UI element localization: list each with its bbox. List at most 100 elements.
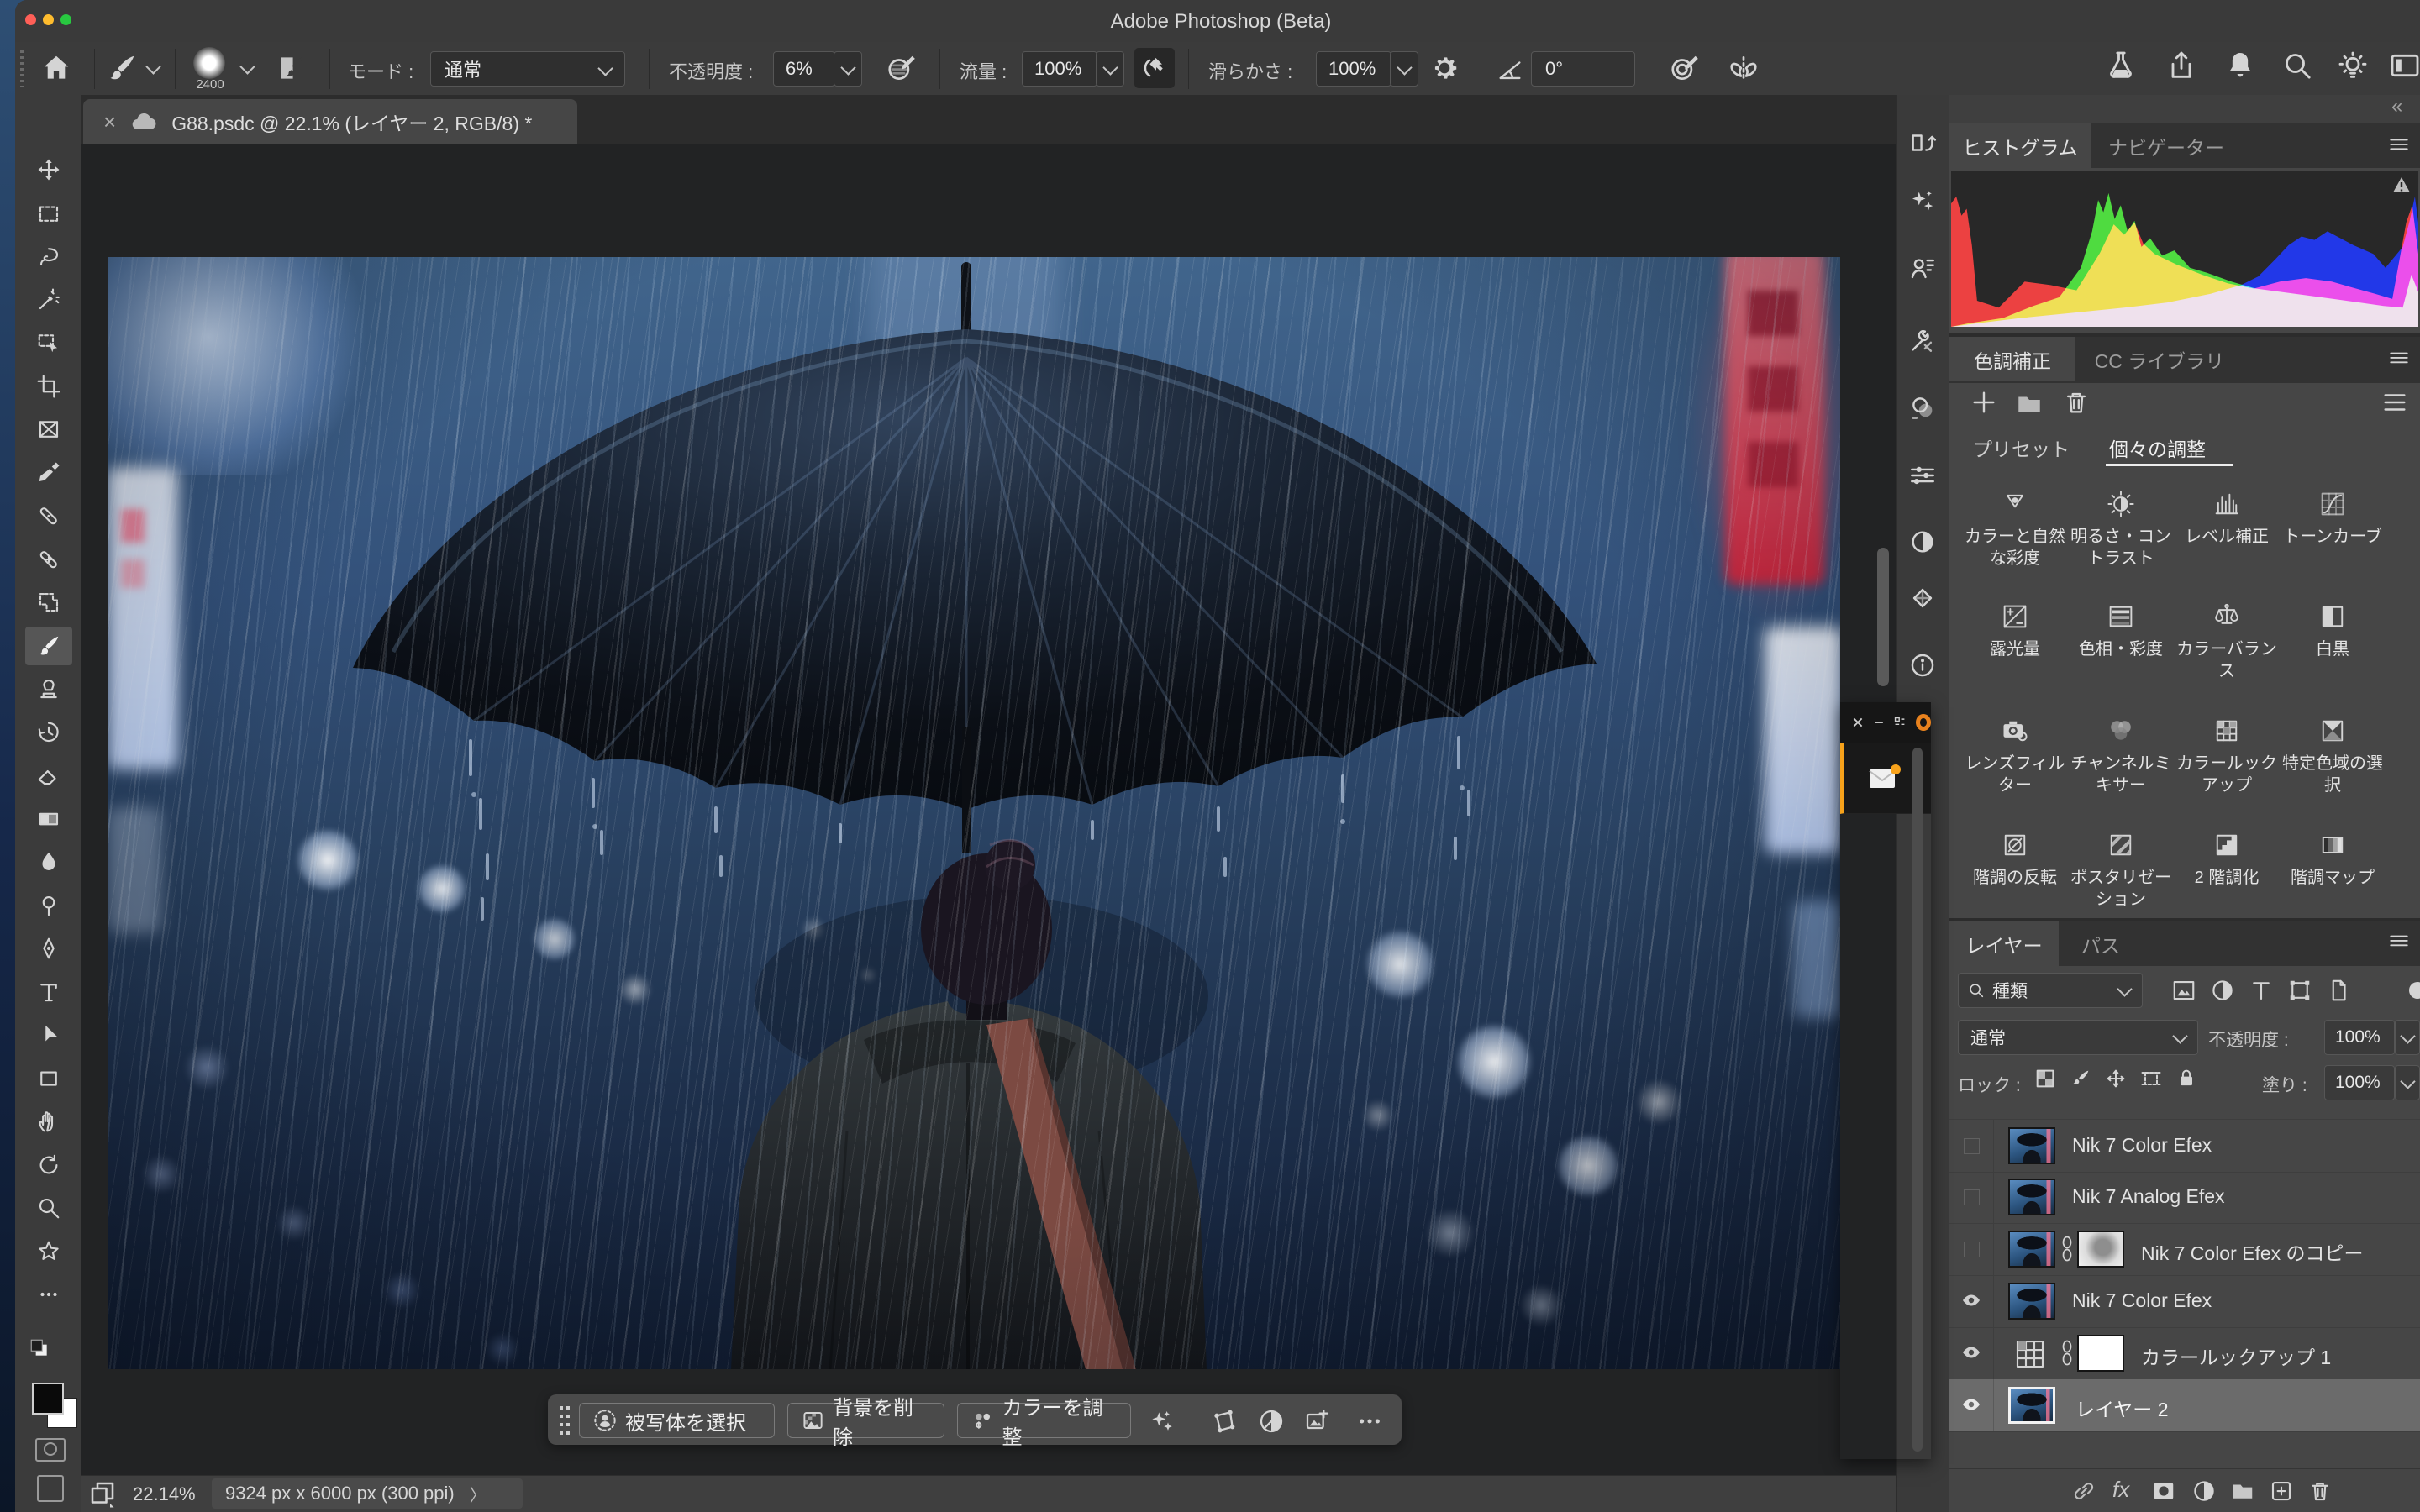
tool-object-selection[interactable] <box>25 323 72 362</box>
nik-panel-scrollbar[interactable] <box>1912 748 1923 1452</box>
tool-crop[interactable] <box>25 367 72 406</box>
new-group-icon[interactable] <box>2230 1478 2255 1504</box>
tool-marquee[interactable] <box>25 194 72 233</box>
tool-lasso[interactable] <box>25 237 72 276</box>
adjustment-threshold[interactable]: 2 階調化 <box>2174 827 2280 889</box>
dock-icon-comments[interactable] <box>1906 252 1939 286</box>
layer-row-selected[interactable]: レイヤー 2 <box>1949 1379 2420 1432</box>
tool-spot-healing[interactable] <box>25 496 72 535</box>
layer-name[interactable]: Nik 7 Color Efex のコピー <box>2141 1237 2364 1266</box>
brush-preview[interactable] <box>193 47 225 79</box>
layer-thumbnail[interactable] <box>2008 1179 2055 1215</box>
filter-adjustment-layers-icon[interactable] <box>2210 978 2235 1003</box>
adjustment-exposure[interactable]: 露光量 <box>1962 598 2068 660</box>
delete-layer-icon[interactable] <box>2307 1478 2333 1504</box>
fill-input[interactable]: 100% <box>2324 1065 2395 1100</box>
visibility-eye-icon[interactable] <box>1961 1396 1981 1413</box>
tool-dodge[interactable] <box>25 886 72 925</box>
angle-input[interactable]: 0° <box>1531 51 1635 87</box>
dock-icon-ai-sparkle[interactable] <box>1906 185 1939 218</box>
dock-icon-clone-source[interactable] <box>1906 126 1939 160</box>
visibility-eye-icon[interactable] <box>1961 1344 1981 1361</box>
tool-type[interactable] <box>25 973 72 1011</box>
notifications-bell-icon[interactable] <box>2223 49 2257 82</box>
dock-icon-gradients[interactable] <box>1906 525 1939 559</box>
default-colors-icon[interactable] <box>29 1337 50 1359</box>
home-button[interactable] <box>40 52 72 84</box>
layer-opacity-dropdown[interactable] <box>2395 1020 2420 1055</box>
delete-trash-icon[interactable] <box>2062 388 2091 417</box>
layer-thumbnail[interactable] <box>2008 1283 2055 1320</box>
search-icon[interactable] <box>2281 49 2314 82</box>
generative-sparkle-icon[interactable] <box>1148 1408 1175 1435</box>
layer-name[interactable]: Nik 7 Analog Efex <box>2072 1185 2225 1208</box>
adjustment-layer-icon[interactable] <box>2013 1337 2047 1371</box>
document-info-box[interactable]: 9324 px x 6000 px (300 ppi) 〉 <box>212 1478 523 1509</box>
adjustment-color-vibrance[interactable]: カラーと自然な彩度 <box>1962 486 2068 570</box>
zoom-window-button[interactable] <box>60 14 71 25</box>
tool-blur[interactable] <box>25 843 72 881</box>
tool-shape[interactable] <box>25 1059 72 1098</box>
smoothing-dropdown[interactable] <box>1390 51 1418 87</box>
layer-opacity-input[interactable]: 100% <box>2324 1020 2395 1055</box>
tab-layers[interactable]: レイヤー <box>1949 921 2059 966</box>
lock-transparency-icon[interactable] <box>2033 1067 2057 1090</box>
airbrush-toggle[interactable] <box>1134 48 1175 88</box>
share-icon[interactable] <box>2165 49 2198 82</box>
subtab-presets[interactable]: プリセット <box>1973 433 2070 462</box>
link-layers-icon[interactable] <box>2071 1478 2096 1504</box>
layer-mask-thumbnail[interactable] <box>2077 1231 2124 1268</box>
tool-clone-stamp[interactable] <box>25 669 72 708</box>
layer-styles-fx-icon[interactable]: fx <box>2112 1477 2129 1503</box>
panels-collapse-chevrons[interactable]: « <box>2391 95 2402 118</box>
foreground-color-swatch[interactable] <box>32 1383 64 1415</box>
layer-name[interactable]: レイヤー 2 <box>2075 1394 2169 1422</box>
pressure-opacity-icon[interactable] <box>886 52 918 84</box>
fill-dropdown[interactable] <box>2395 1065 2420 1100</box>
tool-zoom[interactable] <box>25 1189 72 1227</box>
pressure-size-icon[interactable] <box>1669 52 1701 84</box>
select-subject-button[interactable]: 被写体を選択 <box>579 1403 775 1438</box>
filter-type-layers-icon[interactable] <box>2249 978 2274 1003</box>
new-adjustment-layer-icon[interactable] <box>2191 1478 2217 1504</box>
panel-menu-icon[interactable] <box>2388 349 2410 368</box>
layer-row[interactable]: Nik 7 Color Efex <box>1949 1119 2420 1173</box>
adjustment-color-lookup[interactable]: カラールックアップ <box>2174 712 2280 796</box>
layer-row[interactable]: Nik 7 Color Efex のコピー <box>1949 1223 2420 1276</box>
adjustment-gradient-map[interactable]: 階調マップ <box>2280 827 2386 889</box>
tool-custom-shape[interactable] <box>25 1232 72 1271</box>
layer-row[interactable]: カラールックアップ 1 <box>1949 1327 2420 1380</box>
close-window-button[interactable] <box>25 14 36 25</box>
layer-thumbnail[interactable] <box>2008 1231 2055 1268</box>
visibility-toggle[interactable] <box>1964 1189 1980 1205</box>
adjustment-black-white[interactable]: 白黒 <box>2280 598 2386 660</box>
quick-mask-button[interactable] <box>35 1438 66 1462</box>
visibility-toggle[interactable] <box>1964 1242 1980 1257</box>
tool-brush[interactable] <box>25 627 72 665</box>
tab-navigator[interactable]: ナビゲーター <box>2091 123 2242 168</box>
tool-history-brush[interactable] <box>25 713 72 752</box>
panel-menu-icon[interactable] <box>2388 932 2410 951</box>
tool-rotate-view[interactable] <box>25 1146 72 1184</box>
opacity-input[interactable]: 6% <box>773 51 835 87</box>
minimize-icon[interactable] <box>1874 715 1884 730</box>
taskbar-drag-handle[interactable] <box>560 1406 570 1435</box>
layer-name[interactable]: カラールックアップ 1 <box>2141 1341 2331 1370</box>
adjust-color-button[interactable]: カラーを調整 <box>957 1403 1131 1438</box>
adjustment-color-balance[interactable]: カラーバランス <box>2174 598 2280 682</box>
new-layer-icon[interactable] <box>2269 1478 2294 1504</box>
close-icon[interactable] <box>1852 715 1864 730</box>
layer-name[interactable]: Nik 7 Color Efex <box>2072 1134 2212 1157</box>
tool-hand[interactable] <box>25 1102 72 1141</box>
screen-mode-button[interactable] <box>37 1475 64 1502</box>
mask-link-icon[interactable] <box>2059 1235 2075 1263</box>
tab-cc-libraries[interactable]: CC ライブラリ <box>2075 337 2244 381</box>
dock-icon-tools[interactable] <box>1906 323 1939 357</box>
more-options-icon[interactable] <box>1356 1408 1383 1435</box>
list-view-icon[interactable] <box>2380 388 2410 417</box>
mode-select[interactable]: 通常 <box>430 51 625 87</box>
dock-icon-patterns[interactable] <box>1906 581 1939 615</box>
filter-clipped-icon[interactable] <box>2405 978 2420 1003</box>
beta-flask-icon[interactable] <box>2104 49 2138 82</box>
minimize-window-button[interactable] <box>43 14 54 25</box>
